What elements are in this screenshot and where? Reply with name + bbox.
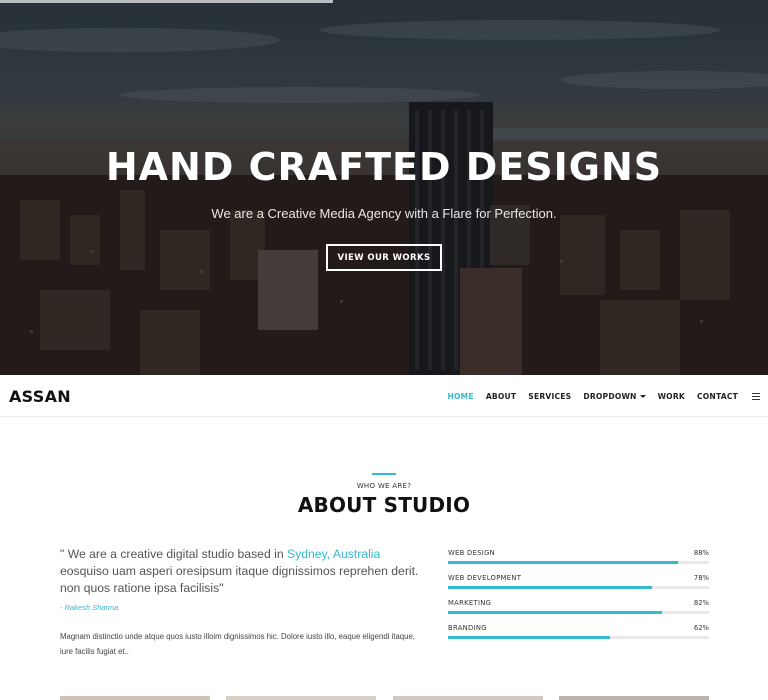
nav-item-contact[interactable]: CONTACT — [697, 392, 738, 401]
hero-title: HAND CRAFTED DESIGNS — [105, 145, 663, 189]
caret-down-icon — [639, 394, 646, 398]
slider-progress-bar — [0, 0, 333, 3]
about-body-text: Magnam distinctio unde atque quos iusto … — [60, 632, 415, 656]
nav-item-label: DROPDOWN — [583, 391, 637, 401]
portfolio-thumbnail[interactable] — [393, 696, 543, 700]
nav-item-label: HOME — [447, 391, 474, 401]
skill-bar-track — [448, 636, 709, 639]
hero-subtitle: We are a Creative Media Agency with a Fl… — [211, 206, 557, 221]
nav-menu: HOME ABOUT SERVICES DROPDOWN WORK CONTAC… — [435, 375, 760, 417]
nav-item-label: CONTACT — [696, 391, 738, 401]
skill-name: WEB DESIGN — [448, 549, 496, 557]
nav-item-label: WORK — [657, 391, 685, 401]
portfolio-thumbnail[interactable] — [226, 696, 376, 700]
skill-row: WEB DESIGN 88% — [448, 549, 709, 574]
skill-bar-track — [448, 611, 709, 614]
skill-name: MARKETING — [448, 599, 492, 607]
skill-bar-fill — [448, 636, 610, 639]
main-navbar: ASSAN HOME ABOUT SERVICES DROPDOWN WORK … — [0, 375, 768, 417]
skill-name: WEB DEVELOPMENT — [448, 574, 522, 582]
nav-item-label: ABOUT — [485, 391, 517, 401]
quote-text-end: eosquiso uam asperi oresipsum itaque dig… — [60, 564, 419, 595]
nav-item-label: SERVICES — [528, 391, 572, 401]
skill-row: MARKETING 82% — [448, 599, 709, 624]
skill-percent: 88% — [693, 549, 709, 557]
skills-list: WEB DESIGN 88% WEB DEVELOPMENT 78% MARKE… — [448, 549, 709, 649]
nav-item-home[interactable]: HOME — [447, 392, 473, 401]
skill-percent: 82% — [693, 599, 709, 607]
portfolio-thumbnails-strip — [0, 696, 768, 700]
skill-bar-track — [448, 561, 709, 564]
portfolio-thumbnail[interactable] — [559, 696, 709, 700]
skill-percent: 62% — [693, 624, 709, 632]
view-our-works-button[interactable]: VIEW OUR WORKS — [326, 244, 442, 271]
skill-bar-fill — [448, 586, 652, 589]
nav-item-dropdown[interactable]: DROPDOWN — [583, 391, 646, 401]
nav-item-work[interactable]: WORK — [658, 392, 685, 401]
skill-name: BRANDING — [448, 624, 487, 632]
about-quote: " We are a creative digital studio based… — [60, 546, 425, 597]
skill-percent: 78% — [693, 574, 709, 582]
skill-bar-fill — [448, 611, 663, 614]
portfolio-thumbnail[interactable] — [60, 696, 210, 700]
nav-item-about[interactable]: ABOUT — [486, 392, 516, 401]
section-kicker: WHO WE ARE? — [356, 482, 412, 490]
skill-bar-track — [448, 586, 709, 589]
skill-row: WEB DEVELOPMENT 78% — [448, 574, 709, 599]
quote-author: - Rakesh Sharma — [60, 603, 119, 612]
quote-text-start: " We are a creative digital studio based… — [60, 547, 287, 561]
list-menu-icon[interactable] — [752, 392, 760, 400]
skill-row: BRANDING 62% — [448, 624, 709, 649]
quote-location-link[interactable]: Sydney, Australia — [287, 547, 380, 561]
site-logo[interactable]: ASSAN — [9, 387, 71, 406]
nav-item-services[interactable]: SERVICES — [528, 392, 571, 401]
section-accent-line — [372, 473, 396, 475]
section-title: ABOUT STUDIO — [297, 493, 471, 517]
skill-bar-fill — [448, 561, 678, 564]
hero-banner: HAND CRAFTED DESIGNS We are a Creative M… — [0, 0, 768, 375]
